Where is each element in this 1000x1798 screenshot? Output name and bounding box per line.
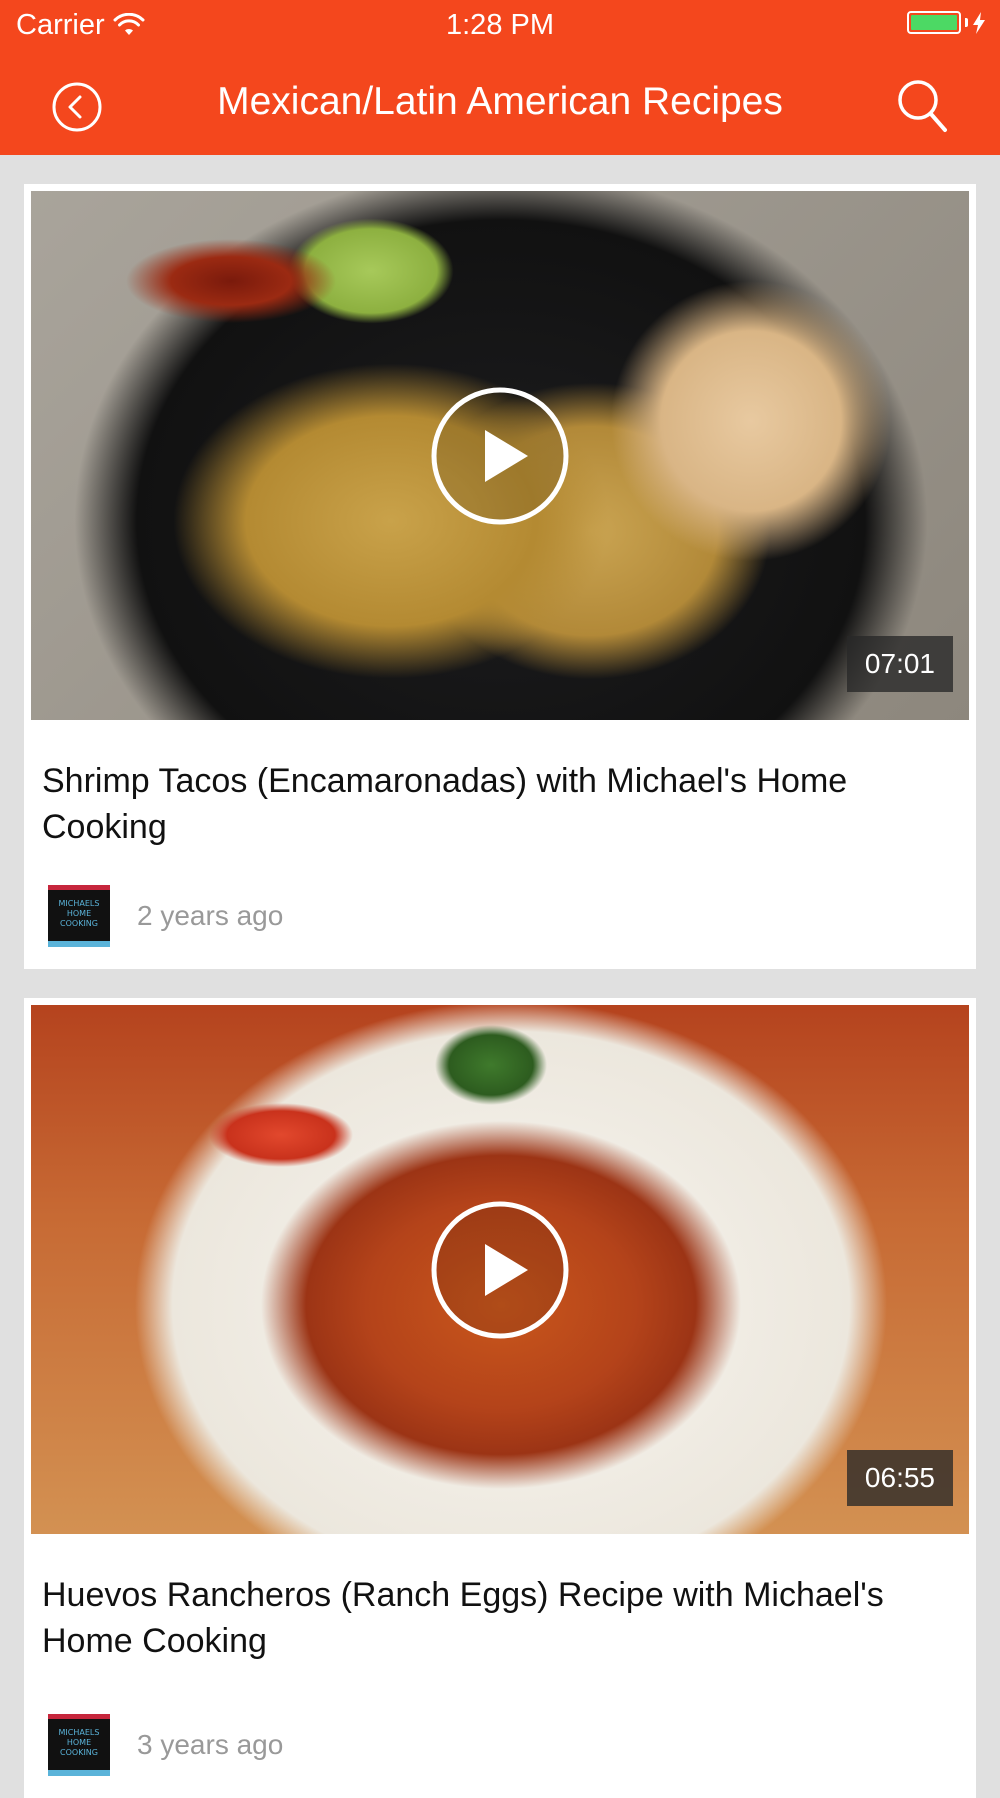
publish-time: 2 years ago [137, 900, 284, 931]
channel-logo-text: MICHAELS HOME COOKING [58, 899, 100, 928]
page-title: Mexican/Latin American Recipes [217, 80, 783, 123]
video-title[interactable]: Huevos Rancheros (Ranch Eggs) Recipe wit… [42, 1572, 942, 1664]
avatar-stripe [48, 885, 110, 890]
video-title[interactable]: Shrimp Tacos (Encamaronadas) with Michae… [42, 758, 942, 850]
channel-logo-text: MICHAELS HOME COOKING [58, 1728, 100, 1757]
duration-badge: 07:01 [846, 636, 953, 692]
avatar-stripe [48, 1714, 110, 1719]
status-time: 1:28 PM [446, 9, 554, 41]
channel-avatar[interactable]: MICHAELS HOME COOKING [48, 885, 110, 947]
channel-avatar[interactable]: MICHAELS HOME COOKING [48, 1714, 110, 1776]
publish-time: 3 years ago [137, 1729, 284, 1760]
video-thumbnail[interactable]: 06:55 [31, 1005, 969, 1534]
charging-bolt-icon [973, 11, 985, 34]
battery-fill [911, 15, 957, 30]
play-icon[interactable] [431, 1201, 569, 1339]
avatar-stripe [48, 941, 110, 947]
video-thumbnail[interactable]: 07:01 [31, 191, 969, 720]
search-icon[interactable] [896, 78, 948, 134]
battery-nub [965, 18, 968, 27]
app-header: Carrier 1:28 PM Mexican/Latin American R… [0, 0, 1000, 155]
play-icon[interactable] [431, 387, 569, 525]
avatar-stripe [48, 1770, 110, 1776]
navigation-bar: Mexican/Latin American Recipes [0, 50, 1000, 155]
video-card[interactable]: 07:01 Shrimp Tacos (Encamaronadas) with … [24, 184, 976, 969]
video-card[interactable]: 06:55 Huevos Rancheros (Ranch Eggs) Reci… [24, 998, 976, 1798]
video-meta: MICHAELS HOME COOKING 2 years ago [48, 885, 283, 947]
battery-icon [907, 11, 961, 34]
battery-indicator [907, 11, 986, 34]
duration-badge: 06:55 [846, 1450, 953, 1506]
video-meta: MICHAELS HOME COOKING 3 years ago [48, 1714, 283, 1776]
status-bar: Carrier 1:28 PM [0, 0, 1000, 50]
